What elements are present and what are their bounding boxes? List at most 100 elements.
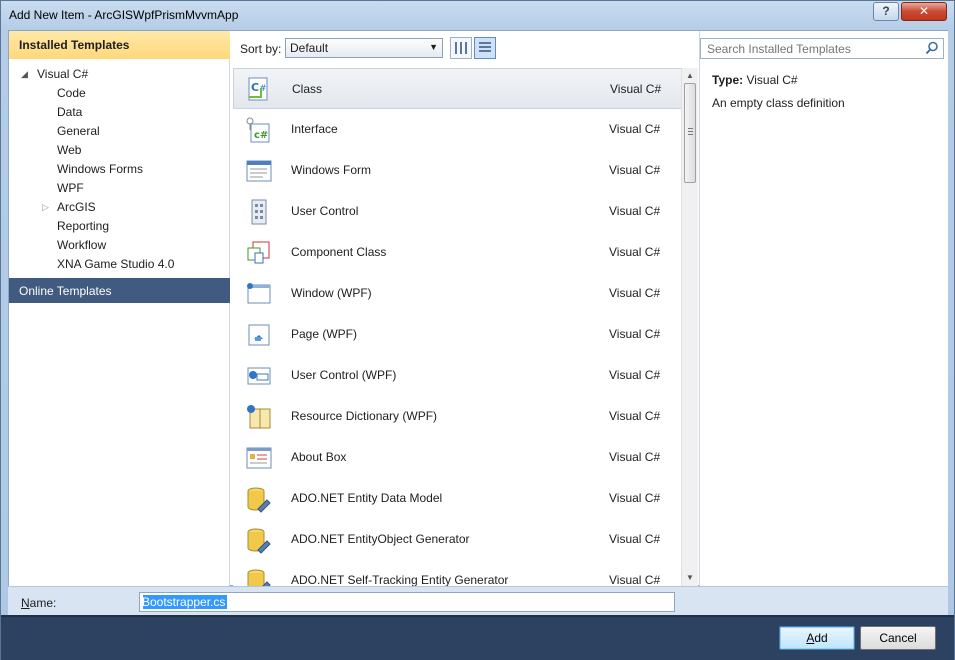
tree-item-label: Web — [57, 143, 82, 157]
templates-scrollbar[interactable]: ▲ ▼ — [681, 68, 698, 586]
add-new-item-dialog: Add New Item - ArcGISWpfPrismMvvmApp ? ✕… — [0, 0, 955, 660]
template-categories-pane: Installed Templates ◢ Visual C# Code Data Ge… — [9, 31, 230, 586]
windows-form-icon — [245, 157, 273, 185]
tree-item-label: ArcGIS — [57, 200, 96, 214]
template-row[interactable]: ADO.NET Self-Tracking Entity Generator Vi… — [233, 560, 683, 586]
component-class-icon — [245, 239, 273, 267]
tree-item-reporting[interactable]: Reporting — [9, 217, 230, 236]
tree-item-windows-forms[interactable]: Windows Forms — [9, 160, 230, 179]
wpf-window-icon — [245, 280, 273, 308]
template-type: Type: Visual C# — [712, 73, 798, 87]
sort-by-value: Default — [290, 41, 329, 55]
chevron-down-icon: ▼ — [429, 42, 438, 52]
type-label: Type: — [712, 73, 744, 87]
template-language: Visual C# — [610, 82, 662, 96]
tree-item-label: WPF — [57, 181, 84, 195]
tree-item-code[interactable]: Code — [9, 84, 230, 103]
tree-item-xna-game-studio-4-0[interactable]: XNA Game Studio 4.0 — [9, 255, 230, 274]
search-input[interactable] — [703, 40, 917, 57]
database-icon — [245, 526, 273, 554]
expanded-arrow-icon[interactable]: ◢ — [21, 65, 28, 84]
svg-text:c#: c# — [254, 130, 268, 141]
medium-icons-view-button[interactable] — [450, 37, 472, 59]
template-row[interactable]: ADO.NET Entity Data Model Visual C# — [233, 478, 683, 519]
search-box[interactable] — [700, 38, 944, 59]
tree-item-label: Windows Forms — [57, 162, 144, 176]
template-row[interactable]: Windows Form Visual C# — [233, 150, 683, 191]
name-input[interactable] — [142, 594, 672, 610]
tree-item-label: XNA Game Studio 4.0 — [57, 257, 175, 271]
tree-item-workflow[interactable]: Workflow — [9, 236, 230, 255]
template-row[interactable]: Window (WPF) Visual C# — [233, 273, 683, 314]
tree-item-label: Visual C# — [37, 67, 89, 81]
name-row: Name: — [8, 587, 948, 615]
online-templates-header[interactable]: Online Templates — [9, 278, 230, 303]
scrollbar-thumb[interactable] — [684, 83, 696, 183]
tree-item-arcgis[interactable]: ▷ ArcGIS — [9, 198, 230, 217]
grid-view-icon — [455, 42, 467, 54]
wpf-user-control-icon — [245, 362, 273, 390]
about-box-icon — [245, 444, 273, 472]
template-name: ADO.NET Entity Data Model — [291, 491, 443, 505]
template-language: Visual C# — [609, 573, 661, 586]
template-row[interactable]: C # Class Visual C# — [233, 68, 683, 109]
collapsed-arrow-icon[interactable]: ▷ — [42, 198, 49, 217]
details-view-button[interactable] — [474, 37, 496, 59]
template-description: An empty class definition — [712, 96, 845, 110]
template-name: ADO.NET Self-Tracking Entity Generator — [291, 573, 509, 586]
wpf-page-icon — [245, 321, 273, 349]
template-name: ADO.NET EntityObject Generator — [291, 532, 470, 546]
name-field[interactable] — [139, 592, 675, 612]
help-button[interactable]: ? — [873, 2, 899, 21]
template-name: Resource Dictionary (WPF) — [291, 409, 438, 423]
window-title: Add New Item - ArcGISWpfPrismMvvmApp — [9, 8, 239, 22]
tree-item-label: Code — [57, 86, 86, 100]
title-bar[interactable]: Add New Item - ArcGISWpfPrismMvvmApp ? ✕ — [1, 1, 954, 31]
template-language: Visual C# — [609, 204, 661, 218]
template-row[interactable]: c# Interface Visual C# — [233, 109, 683, 150]
class-icon: C # — [246, 76, 274, 104]
tree-item-web[interactable]: Web — [9, 141, 230, 160]
sort-by-dropdown[interactable]: Default ▼ — [285, 38, 443, 58]
add-button[interactable]: Add — [779, 626, 855, 650]
search-icon[interactable] — [925, 41, 939, 55]
template-language: Visual C# — [609, 368, 661, 382]
template-details-pane: Type: Visual C# An empty class definitio… — [699, 31, 948, 586]
template-row[interactable]: User Control (WPF) Visual C# — [233, 355, 683, 396]
category-tree: ◢ Visual C# Code Data General Web Windows Form… — [9, 65, 230, 274]
close-button[interactable]: ✕ — [901, 2, 947, 21]
list-view-icon — [479, 42, 491, 54]
template-row[interactable]: About Box Visual C# — [233, 437, 683, 478]
grip-icon — [688, 128, 693, 136]
tree-item-data[interactable]: Data — [9, 103, 230, 122]
template-language: Visual C# — [609, 450, 661, 464]
database-icon — [245, 485, 273, 513]
tree-item-visual-c[interactable]: ◢ Visual C# — [9, 65, 230, 84]
tree-item-wpf[interactable]: WPF — [9, 179, 230, 198]
template-name: Interface — [291, 122, 338, 136]
cancel-button[interactable]: Cancel — [860, 626, 936, 650]
template-language: Visual C# — [609, 491, 661, 505]
template-row[interactable]: Resource Dictionary (WPF) Visual C# — [233, 396, 683, 437]
scroll-down-icon[interactable]: ▼ — [682, 570, 698, 586]
template-name: Window (WPF) — [291, 286, 372, 300]
tree-item-general[interactable]: General — [9, 122, 230, 141]
template-row[interactable]: Component Class Visual C# — [233, 232, 683, 273]
interface-icon: c# — [245, 116, 273, 144]
template-row[interactable]: Page (WPF) Visual C# — [233, 314, 683, 355]
template-language: Visual C# — [609, 122, 661, 136]
installed-templates-header[interactable]: Installed Templates — [9, 31, 230, 59]
template-row[interactable]: User Control Visual C# — [233, 191, 683, 232]
template-name: User Control — [291, 204, 359, 218]
template-name: Class — [292, 82, 323, 96]
tree-item-label: Reporting — [57, 219, 110, 233]
name-label-rest: ame: — [29, 596, 57, 610]
dialog-client-area: Installed Templates ◢ Visual C# Code Data Ge… — [8, 30, 948, 586]
template-name: Page (WPF) — [291, 327, 358, 341]
name-label-accelerator: N — [21, 596, 30, 610]
template-language: Visual C# — [609, 163, 661, 177]
scroll-up-icon[interactable]: ▲ — [682, 68, 698, 84]
resource-dictionary-icon — [245, 403, 273, 431]
template-row[interactable]: ADO.NET EntityObject Generator Visual C# — [233, 519, 683, 560]
type-value: Visual C# — [746, 73, 798, 87]
